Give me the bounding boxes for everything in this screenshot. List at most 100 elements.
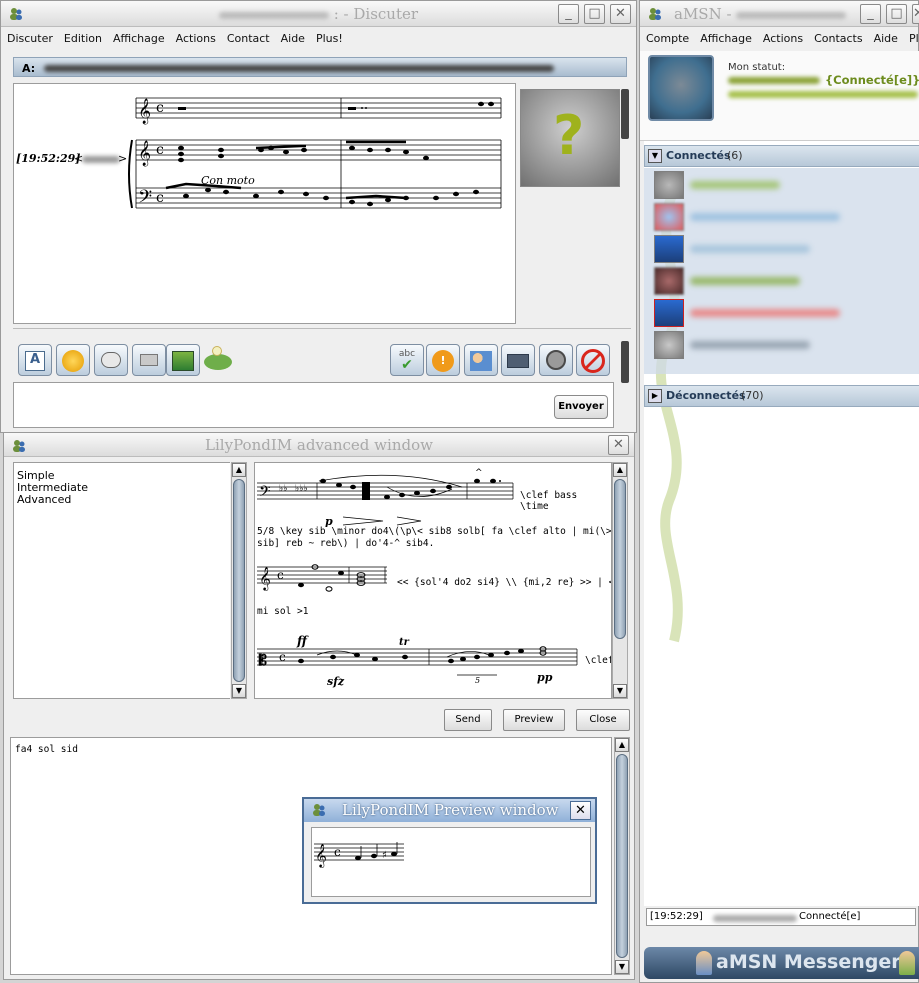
my-avatar[interactable] xyxy=(648,55,714,121)
webcam-button[interactable] xyxy=(539,344,573,376)
example1-score: 𝄢 ♭♭ ♭♭♭ ^ p xyxy=(257,468,514,527)
banner-buddy-icon-right xyxy=(899,951,915,975)
nudge-button[interactable]: ! xyxy=(426,344,460,376)
send-button[interactable]: Envoyer xyxy=(554,395,608,419)
offline-group-header[interactable]: ▶ Déconnectés (70) xyxy=(644,385,919,407)
amsn-buddies-icon xyxy=(313,804,325,816)
contact-item[interactable] xyxy=(654,266,914,296)
menu-affichage[interactable]: Affichage xyxy=(113,32,165,45)
my-status-value[interactable]: {Connecté[e]} xyxy=(825,73,919,87)
preview-titlebar[interactable]: LilyPondIM Preview window ✕ xyxy=(304,799,595,822)
svg-text:𝄡: 𝄡 xyxy=(258,653,267,669)
svg-text:𝄞: 𝄞 xyxy=(259,566,271,591)
to-address xyxy=(44,65,554,72)
banner-buddy-icon xyxy=(696,951,712,975)
tuplet-number: 5 xyxy=(475,676,480,685)
lily-titlebar[interactable]: LilyPondIM advanced window ✕ xyxy=(4,433,634,457)
my-status-panel: Mon statut: {Connecté[e]} xyxy=(640,51,919,141)
amsn-window: aMSN - _ □ ✕ Compte Affichage Actions Co… xyxy=(639,0,919,983)
scroll-thumb[interactable] xyxy=(616,754,628,958)
scroll-down-arrow-icon[interactable]: ▼ xyxy=(232,684,246,698)
chat-titlebar[interactable]: : - Discuter _ □ ✕ xyxy=(1,1,636,27)
voice-clip-button[interactable] xyxy=(94,344,128,376)
maximize-button[interactable]: □ xyxy=(584,4,605,24)
lilypond-icon xyxy=(204,354,232,370)
lily-window-title: LilyPondIM advanced window xyxy=(205,436,433,454)
invite-contacts-icon xyxy=(470,351,492,371)
music-score-image: 𝄞 𝄞 𝄢 c c c Con moto xyxy=(128,97,502,212)
contact-item[interactable] xyxy=(654,170,914,200)
lily-close-button[interactable]: ✕ xyxy=(608,435,629,455)
amsn-banner: aMSN Messenger xyxy=(644,947,919,979)
amsn-titlebar[interactable]: aMSN - _ □ ✕ xyxy=(640,1,919,27)
mode-list-scrollbar[interactable]: ▲ ▼ xyxy=(231,462,247,699)
menu-plus[interactable]: Plus! xyxy=(316,32,343,45)
amsn-maximize-button[interactable]: □ xyxy=(886,4,907,24)
contact-item[interactable] xyxy=(654,234,914,264)
svg-text:𝄞: 𝄞 xyxy=(315,843,327,868)
online-group-label: Connectés xyxy=(666,149,731,162)
mode-list: Simple Intermediate Advanced xyxy=(13,462,230,699)
scroll-down-arrow-icon[interactable]: ▼ xyxy=(613,684,627,698)
menu-discuter[interactable]: Discuter xyxy=(7,32,53,45)
menu-actions[interactable]: Actions xyxy=(763,32,803,45)
invite-button[interactable] xyxy=(464,344,498,376)
contact-item[interactable] xyxy=(654,298,914,328)
svg-text:c: c xyxy=(156,100,164,116)
menu-plus[interactable]: Plus! xyxy=(909,32,919,45)
spellcheck-button[interactable]: abc ✔ xyxy=(390,344,424,376)
svg-text:c: c xyxy=(277,568,284,582)
lily-close-text-button[interactable]: Close xyxy=(576,709,630,731)
scroll-down-arrow-icon[interactable]: ▼ xyxy=(615,960,629,974)
menu-actions[interactable]: Actions xyxy=(176,32,216,45)
scroll-up-arrow-icon[interactable]: ▲ xyxy=(232,463,246,477)
input-scrollbar[interactable]: ▲ ▼ xyxy=(614,737,630,975)
menu-contacts[interactable]: Contacts xyxy=(814,32,863,45)
contact-item[interactable] xyxy=(654,202,914,232)
status-bar: [19:52:29] Connecté[e] xyxy=(646,908,916,926)
lily-send-button[interactable]: Send xyxy=(444,709,492,731)
scroll-up-arrow-icon[interactable]: ▲ xyxy=(615,738,629,752)
font-button[interactable]: A xyxy=(18,344,52,376)
background-button[interactable] xyxy=(166,344,200,376)
amsn-minimize-button[interactable]: _ xyxy=(860,4,881,24)
lily-preview-button[interactable]: Preview xyxy=(503,709,565,731)
scroll-thumb[interactable] xyxy=(233,479,245,682)
question-mark-icon: ? xyxy=(553,104,585,167)
menu-edition[interactable]: Edition xyxy=(64,32,102,45)
example1-line2: 5/8 \key sib \minor do4\(\p\< sib8 solb[… xyxy=(257,526,612,537)
examples-scrollbar[interactable]: ▲ ▼ xyxy=(612,462,628,699)
message-timestamp: [19:52:29] xyxy=(16,152,81,165)
preview-title: LilyPondIM Preview window xyxy=(342,801,559,819)
mode-advanced[interactable]: Advanced xyxy=(17,493,71,506)
svg-text:𝄢: 𝄢 xyxy=(138,187,152,212)
close-button[interactable]: ✕ xyxy=(610,4,631,24)
scroll-thumb[interactable] xyxy=(614,479,626,639)
smiley-button[interactable] xyxy=(56,344,90,376)
amsn-menubar: Compte Affichage Actions Contacts Aide P… xyxy=(640,27,919,49)
preview-close-button[interactable]: ✕ xyxy=(570,801,591,820)
menu-aide[interactable]: Aide xyxy=(281,32,305,45)
contact-item[interactable] xyxy=(654,330,914,360)
wink-button[interactable] xyxy=(132,344,166,376)
conversation-divider[interactable] xyxy=(13,328,631,330)
svg-text:c: c xyxy=(334,845,341,859)
amsn-close-button[interactable]: ✕ xyxy=(912,4,919,24)
online-group-header[interactable]: ▼ Connectés (6) xyxy=(644,145,919,167)
panel-collapse-handle[interactable] xyxy=(621,89,629,139)
send-file-button[interactable] xyxy=(501,344,535,376)
minimize-button[interactable]: _ xyxy=(558,4,579,24)
contact-avatar xyxy=(654,203,684,231)
lilypond-button[interactable] xyxy=(202,346,234,374)
svg-text:c: c xyxy=(156,190,164,206)
message-input[interactable] xyxy=(13,382,614,428)
svg-text:c: c xyxy=(156,142,164,158)
block-button[interactable] xyxy=(576,344,610,376)
menu-compte[interactable]: Compte xyxy=(646,32,689,45)
svg-text:c: c xyxy=(279,650,286,664)
menu-aide[interactable]: Aide xyxy=(874,32,898,45)
menu-affichage[interactable]: Affichage xyxy=(700,32,752,45)
menu-contact[interactable]: Contact xyxy=(227,32,270,45)
toolbar-collapse-handle[interactable] xyxy=(621,341,629,383)
scroll-up-arrow-icon[interactable]: ▲ xyxy=(613,463,627,477)
